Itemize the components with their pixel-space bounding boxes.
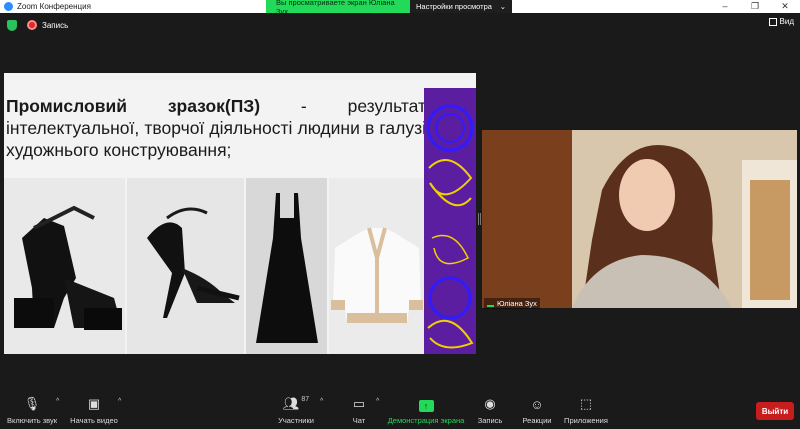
unmute-label: Включить звук — [6, 416, 58, 425]
start-video-label: Начать видео — [70, 416, 118, 425]
reactions-label: Реакции — [522, 416, 552, 425]
minimize-button[interactable]: – — [710, 0, 740, 13]
record-icon: ◉ — [484, 396, 496, 411]
participant-name: Юліана Зух — [497, 299, 537, 308]
reactions-button[interactable]: ☺ Реакции — [518, 392, 556, 429]
unmute-button[interactable]: 🎙︎ Включить звук — [6, 392, 58, 429]
video-options-caret[interactable]: ^ — [118, 398, 121, 405]
meeting-topbar: Запись — [0, 13, 800, 37]
grid-icon — [768, 17, 777, 26]
share-screen-label: Демонстрация экрана — [387, 416, 465, 425]
shared-screen-slide: Промисловий зразок(ПЗ) - результат інтел… — [4, 73, 476, 354]
chevron-down-icon: ⌄ — [499, 2, 506, 11]
meeting-toolbar: 🎙︎ Включить звук ^ ▣ Начать видео ^ 👥︎ 87… — [0, 392, 800, 429]
audio-level-icon — [487, 300, 494, 307]
black-dress-photo — [245, 178, 327, 354]
audio-options-caret[interactable]: ^ — [56, 398, 59, 405]
zoom-logo-icon — [4, 2, 13, 11]
participants-options-caret[interactable]: ^ — [320, 398, 323, 405]
participant-video-tile — [482, 130, 797, 308]
view-label: Вид — [779, 17, 794, 26]
chat-label: Чат — [352, 416, 366, 425]
recording-label: Запись — [42, 20, 69, 30]
view-options-label: Настройки просмотра — [416, 2, 492, 11]
participants-label: Участники — [278, 416, 314, 425]
apps-button[interactable]: ⬚ Приложения — [562, 392, 610, 429]
smiley-icon: ☺ — [530, 397, 544, 412]
participants-count: 87 — [301, 396, 310, 403]
participant-name-tag: Юліана Зух — [484, 298, 540, 309]
view-options-button[interactable]: Настройки просмотра ⌄ — [410, 0, 512, 13]
video-off-icon: ▣ — [87, 396, 101, 411]
leave-button[interactable]: Выйти — [756, 402, 794, 420]
viewing-screen-banner: Вы просматриваете экран Юліана Зух — [266, 0, 410, 16]
chat-options-caret[interactable]: ^ — [376, 398, 379, 405]
apps-label: Приложения — [564, 416, 608, 425]
record-button[interactable]: ◉ Запись — [474, 392, 506, 429]
share-status-bar: Вы просматриваете экран Юліана Зух Настр… — [266, 0, 512, 16]
view-layout-button[interactable]: Вид — [768, 17, 794, 26]
apps-icon: ⬚ — [579, 396, 593, 411]
security-shield-icon[interactable] — [7, 19, 17, 31]
participants-button[interactable]: 👥︎ 87 Участники — [276, 392, 316, 429]
record-label: Запись — [477, 416, 503, 425]
recording-icon — [27, 20, 37, 30]
participants-icon: 👥︎ — [282, 396, 300, 411]
start-video-button[interactable]: ▣ Начать видео — [70, 392, 118, 429]
close-button[interactable]: ✕ — [770, 0, 800, 13]
maximize-button[interactable]: ❐ — [740, 0, 770, 13]
share-screen-icon: ↑ — [418, 400, 434, 412]
slide-term: Промисловий зразок(ПЗ) — [6, 96, 261, 116]
stiletto-sandal-photo — [126, 178, 244, 354]
window-controls: – ❐ ✕ — [710, 0, 800, 13]
slide-text: Промисловий зразок(ПЗ) - результат інтел… — [6, 95, 426, 161]
microphone-muted-icon: 🎙︎ — [23, 396, 41, 411]
chat-icon: ▭ — [352, 396, 366, 411]
product-photos — [4, 178, 424, 354]
slide-decorative-pattern — [424, 88, 476, 354]
window-title: Zoom Конференция — [17, 2, 91, 11]
panel-splitter-handle[interactable] — [478, 213, 481, 225]
cardigan-photo — [328, 178, 424, 354]
share-screen-button[interactable]: ↑ Демонстрация экрана — [388, 392, 464, 429]
chat-button[interactable]: ▭ Чат — [345, 392, 373, 429]
platform-sandal-photo — [4, 178, 125, 354]
